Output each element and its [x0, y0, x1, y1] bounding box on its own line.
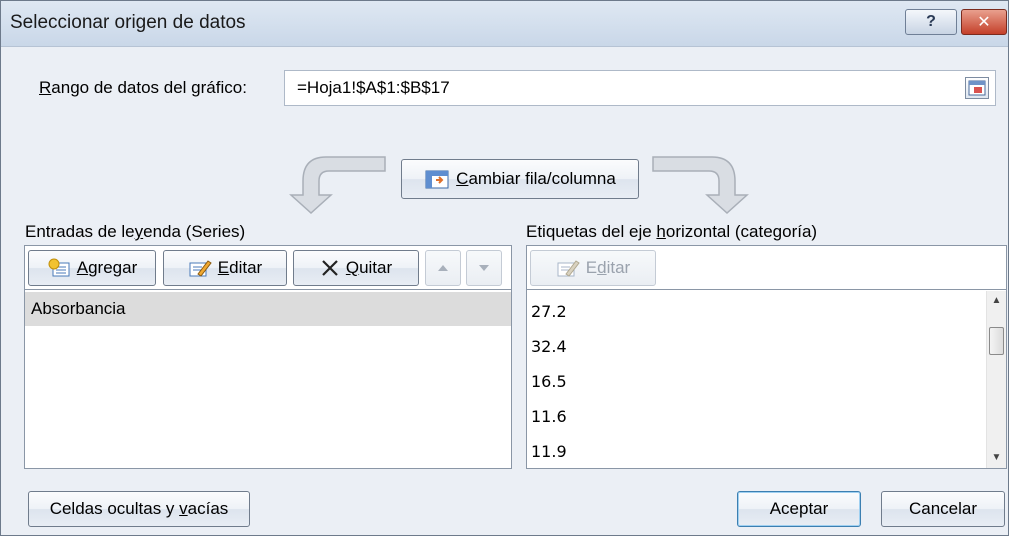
help-icon: ?	[926, 13, 936, 30]
collapse-dialog-button[interactable]	[965, 77, 989, 99]
category-scrollbar[interactable]: ▲ ▼	[986, 291, 1006, 468]
hidden-empty-cells-label: Celdas ocultas y vacías	[49, 499, 229, 518]
legend-entries-panel: Agregar Editar Quitar Absorbancia	[24, 245, 512, 469]
edit-icon	[557, 260, 580, 277]
remove-label: Quitar	[345, 258, 393, 277]
edit-label: Editar	[217, 258, 263, 277]
legend-entries-title: Entradas de leyenda (Series)	[25, 222, 246, 241]
ok-button[interactable]: Aceptar	[737, 491, 861, 527]
list-item-series[interactable]: Absorbancia	[25, 292, 511, 326]
left-curved-arrow-icon	[289, 156, 386, 215]
edit-icon	[189, 260, 212, 277]
list-item-category[interactable]: 11.6	[531, 400, 567, 434]
list-item-category[interactable]: 11.9	[531, 435, 567, 469]
move-down-button[interactable]	[466, 250, 502, 286]
range-value: =Hoja1!$A$1:$B$17	[297, 78, 450, 97]
scroll-down-icon[interactable]: ▼	[987, 448, 1006, 468]
scroll-up-icon[interactable]: ▲	[987, 291, 1006, 311]
right-curved-arrow-icon	[652, 156, 749, 215]
horizontal-axis-labels-title: Etiquetas del eje horizontal (categoría)	[526, 222, 818, 241]
edit-series-button[interactable]: Editar	[163, 250, 287, 286]
list-item-category[interactable]: 27.2	[531, 295, 567, 329]
range-label: Rango de datos del gráfico:	[39, 78, 247, 97]
list-item-category[interactable]: 16.5	[531, 365, 567, 399]
list-item-category[interactable]: 32.4	[531, 330, 567, 364]
cancel-button[interactable]: Cancelar	[881, 491, 1005, 527]
add-series-button[interactable]: Agregar	[28, 250, 156, 286]
window-title: Seleccionar origen de datos	[10, 12, 246, 33]
close-button[interactable]: ✕	[961, 9, 1007, 35]
remove-series-button[interactable]: Quitar	[293, 250, 419, 286]
switch-row-column-button[interactable]: Cambiar fila/columna	[401, 159, 639, 199]
add-series-icon	[48, 258, 70, 277]
add-label: Agregar	[76, 258, 138, 277]
scroll-thumb[interactable]	[989, 327, 1004, 355]
hidden-empty-cells-button[interactable]: Celdas ocultas y vacías	[28, 491, 250, 527]
edit-category-label: Editar	[585, 258, 631, 277]
switch-row-column-icon	[425, 170, 449, 189]
switch-button-label: Cambiar fila/columna	[456, 169, 616, 188]
select-data-source-dialog: Seleccionar origen de datos ? ✕ Rango de…	[0, 0, 1009, 536]
chart-data-range-input[interactable]: =Hoja1!$A$1:$B$17	[284, 70, 996, 106]
close-icon: ✕	[977, 14, 991, 31]
remove-x-icon	[322, 260, 338, 276]
help-button[interactable]: ?	[905, 9, 957, 35]
move-up-icon	[438, 265, 448, 271]
collapse-dialog-icon	[968, 80, 986, 96]
move-down-icon	[479, 265, 489, 271]
move-up-button[interactable]	[425, 250, 461, 286]
edit-category-button[interactable]: Editar	[530, 250, 656, 286]
horizontal-axis-labels-panel: Editar 27.2 32.4 16.5 11.6 11.9 ▲ ▼	[526, 245, 1007, 469]
title-bar[interactable]: Seleccionar origen de datos ? ✕	[1, 1, 1008, 47]
